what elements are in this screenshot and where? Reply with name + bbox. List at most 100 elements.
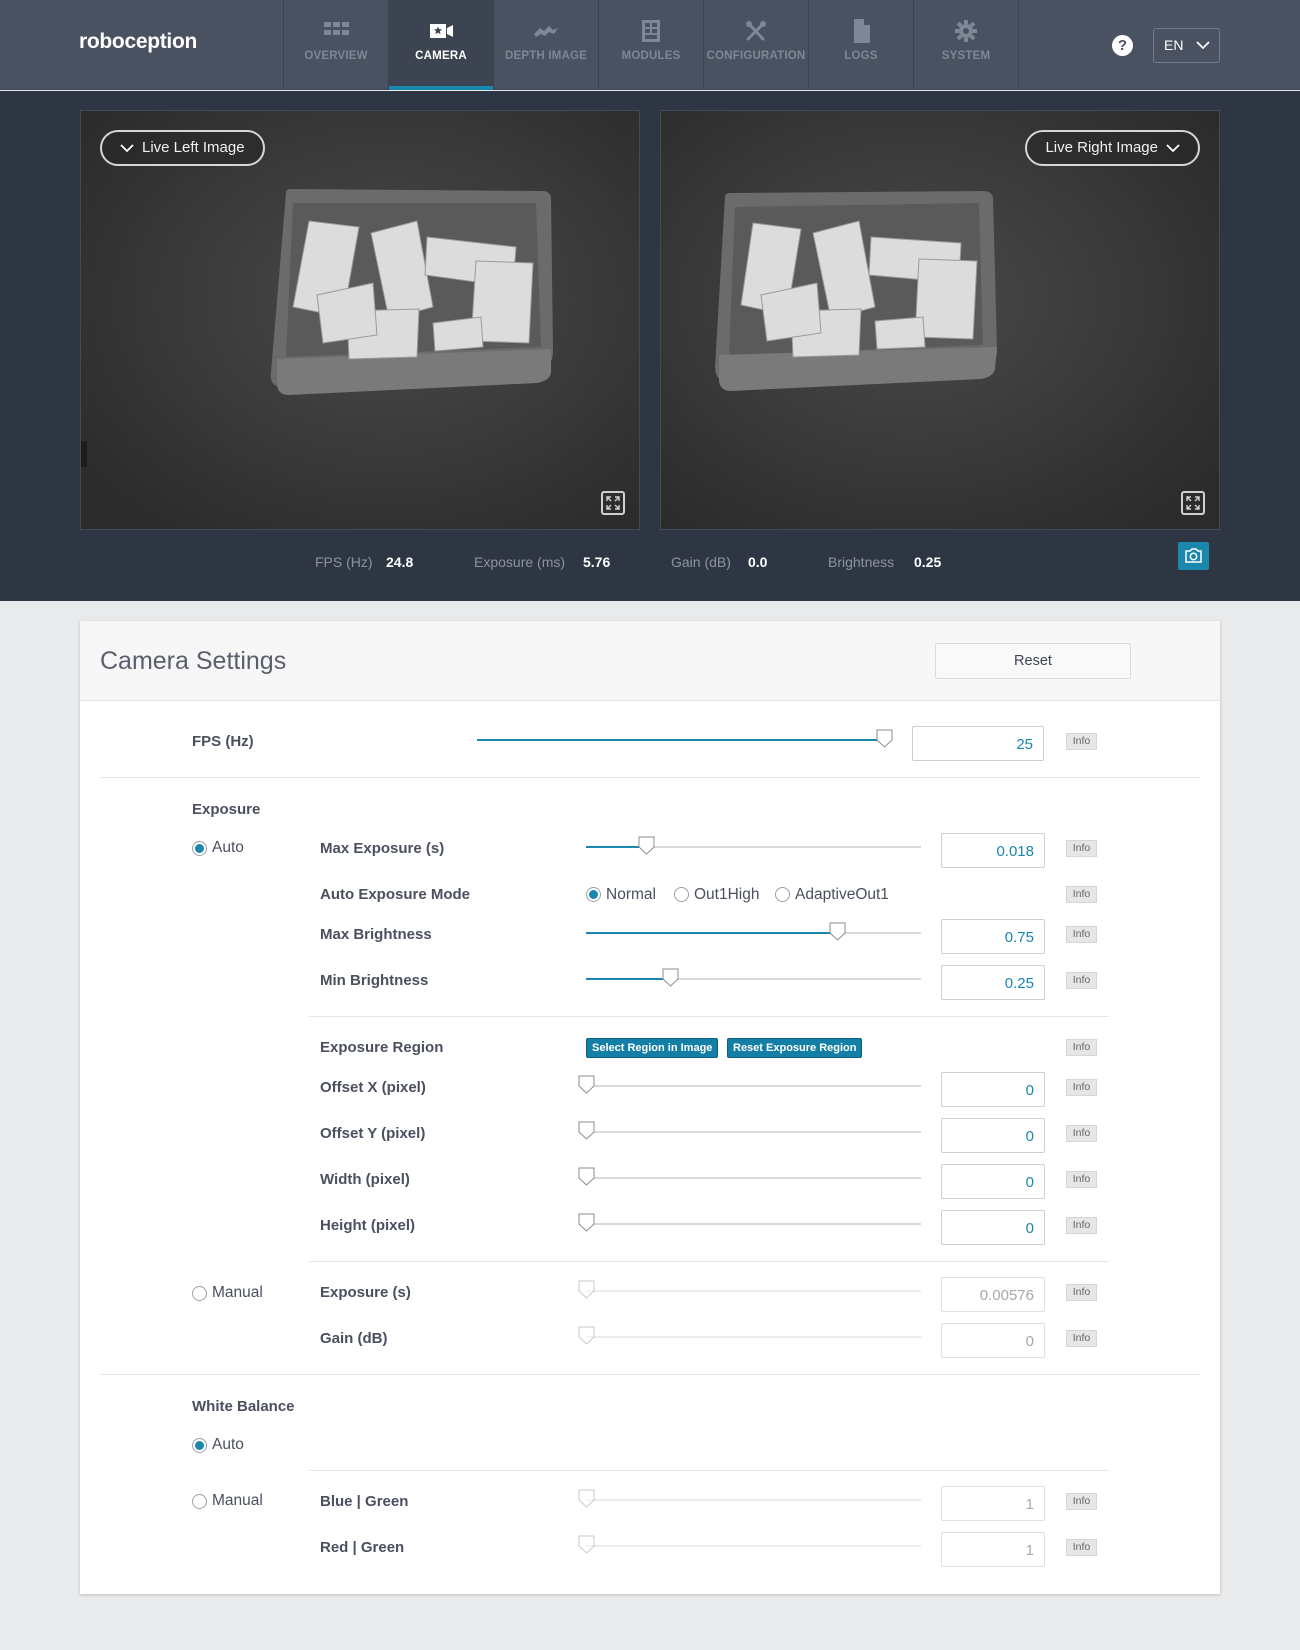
slider-thumb[interactable] — [829, 922, 846, 941]
exposure-region-info-button[interactable]: Info — [1066, 1039, 1097, 1056]
reset-exposure-region-button[interactable]: Reset Exposure Region — [727, 1038, 863, 1058]
slider-thumb[interactable] — [638, 836, 655, 855]
tab-logs[interactable]: LOGS — [809, 0, 914, 90]
manual-exposure-input[interactable]: 0.00576 — [941, 1277, 1045, 1312]
exposure-stat-label: Exposure (ms) — [474, 554, 566, 570]
red-green-input[interactable]: 1 — [941, 1532, 1045, 1567]
brightness-stat-label: Brightness — [828, 554, 895, 570]
min-brightness-input[interactable]: 0.25 — [941, 965, 1045, 1000]
slider-thumb[interactable] — [578, 1075, 595, 1094]
tab-configuration[interactable]: CONFIGURATION — [704, 0, 809, 90]
exposure-manual-radio[interactable] — [192, 1286, 207, 1301]
slider-thumb[interactable] — [578, 1535, 595, 1554]
max-exposure-label: Max Exposure (s) — [320, 840, 445, 857]
slider-thumb[interactable] — [578, 1213, 595, 1232]
tab-label: OVERVIEW — [304, 50, 368, 62]
blue-green-input[interactable]: 1 — [941, 1486, 1045, 1521]
reset-button[interactable]: Reset — [935, 643, 1131, 679]
expand-icon — [1186, 496, 1200, 510]
height-slider[interactable] — [578, 1213, 921, 1232]
max-exposure-input[interactable]: 0.018 — [941, 833, 1045, 868]
min-brightness-slider[interactable] — [586, 968, 921, 987]
offset-y-info-button[interactable]: Info — [1066, 1125, 1097, 1142]
camera-icon — [430, 24, 453, 38]
tab-label: LOGS — [844, 50, 878, 62]
red-green-slider[interactable] — [578, 1535, 921, 1554]
right-camera-scene — [661, 111, 1219, 529]
card-title: Camera Settings — [100, 647, 287, 675]
left-image-selector[interactable]: Live Left Image — [100, 130, 265, 166]
white-balance-auto-label: Auto — [212, 1436, 244, 1453]
slider-thumb[interactable] — [578, 1326, 595, 1345]
right-fullscreen-button[interactable] — [1181, 491, 1205, 515]
language-select[interactable]: EN — [1153, 28, 1220, 63]
mode-adaptiveout1-radio[interactable] — [775, 887, 790, 902]
tab-camera[interactable]: CAMERA — [389, 0, 494, 90]
top-navigation-bar: roboception OVERVIEW CAMERA DEPTH IMAGE … — [0, 0, 1300, 90]
width-info-button[interactable]: Info — [1066, 1171, 1097, 1188]
tab-system[interactable]: SYSTEM — [914, 0, 1019, 90]
manual-exposure-info-button[interactable]: Info — [1066, 1284, 1097, 1301]
divider — [309, 1261, 1109, 1262]
gain-stat-label: Gain (dB) — [671, 554, 731, 570]
fps-info-button[interactable]: Info — [1066, 733, 1097, 750]
slider-thumb[interactable] — [578, 1489, 595, 1508]
select-region-button[interactable]: Select Region in Image — [586, 1038, 719, 1058]
slider-thumb[interactable] — [578, 1167, 595, 1186]
gain-stat-value: 0.0 — [748, 554, 768, 570]
main-tabs: OVERVIEW CAMERA DEPTH IMAGE MODULES CONF… — [283, 0, 1019, 90]
height-input[interactable]: 0 — [941, 1210, 1045, 1245]
slider-thumb[interactable] — [876, 729, 893, 748]
max-brightness-input[interactable]: 0.75 — [941, 919, 1045, 954]
tab-overview[interactable]: OVERVIEW — [284, 0, 389, 90]
slider-thumb[interactable] — [578, 1280, 595, 1299]
white-balance-auto-radio[interactable] — [192, 1438, 207, 1453]
manual-exposure-slider[interactable] — [578, 1280, 921, 1299]
offset-y-slider[interactable] — [578, 1121, 921, 1140]
exposure-manual-label: Manual — [212, 1284, 263, 1301]
width-input[interactable]: 0 — [941, 1164, 1045, 1199]
offset-x-input[interactable]: 0 — [941, 1072, 1045, 1107]
tools-icon — [746, 21, 766, 41]
manual-gain-info-button[interactable]: Info — [1066, 1330, 1097, 1347]
offset-x-info-button[interactable]: Info — [1066, 1079, 1097, 1096]
offset-y-input[interactable]: 0 — [941, 1118, 1045, 1153]
modules-icon — [642, 20, 660, 42]
right-image-selector[interactable]: Live Right Image — [1025, 130, 1200, 166]
blue-green-info-button[interactable]: Info — [1066, 1493, 1097, 1510]
blue-green-label: Blue | Green — [320, 1493, 409, 1510]
offset-x-slider[interactable] — [578, 1075, 921, 1094]
max-brightness-info-button[interactable]: Info — [1066, 926, 1097, 943]
height-info-button[interactable]: Info — [1066, 1217, 1097, 1234]
camera-viewer: Live Left Image Live Right Image FPS (Hz… — [0, 91, 1300, 601]
auto-exposure-mode-info-button[interactable]: Info — [1066, 886, 1097, 903]
max-brightness-slider[interactable] — [586, 922, 921, 941]
max-exposure-slider[interactable] — [586, 836, 921, 855]
tab-modules[interactable]: MODULES — [599, 0, 704, 90]
blue-green-slider[interactable] — [578, 1489, 921, 1508]
help-icon[interactable]: ? — [1112, 35, 1133, 56]
red-green-info-button[interactable]: Info — [1066, 1539, 1097, 1556]
mode-normal-radio[interactable] — [586, 887, 601, 902]
expand-icon — [606, 496, 620, 510]
width-label: Width (pixel) — [320, 1171, 410, 1188]
max-exposure-info-button[interactable]: Info — [1066, 840, 1097, 857]
slider-thumb[interactable] — [662, 968, 679, 987]
white-balance-manual-radio[interactable] — [192, 1494, 207, 1509]
min-brightness-info-button[interactable]: Info — [1066, 972, 1097, 989]
manual-gain-input[interactable]: 0 — [941, 1323, 1045, 1358]
left-camera-image[interactable]: Live Left Image — [80, 110, 640, 530]
exposure-auto-radio[interactable] — [192, 841, 207, 856]
right-camera-image[interactable]: Live Right Image — [660, 110, 1220, 530]
width-slider[interactable] — [578, 1167, 921, 1186]
tab-label: MODULES — [621, 50, 681, 62]
roboception-logo[interactable]: roboception — [79, 30, 197, 54]
tab-depth-image[interactable]: DEPTH IMAGE — [494, 0, 599, 90]
snapshot-button[interactable] — [1178, 542, 1209, 570]
fps-slider[interactable] — [477, 729, 893, 748]
left-fullscreen-button[interactable] — [601, 491, 625, 515]
manual-gain-slider[interactable] — [578, 1326, 921, 1345]
fps-input[interactable]: 25 — [912, 726, 1044, 761]
slider-thumb[interactable] — [578, 1121, 595, 1140]
mode-out1high-radio[interactable] — [674, 887, 689, 902]
